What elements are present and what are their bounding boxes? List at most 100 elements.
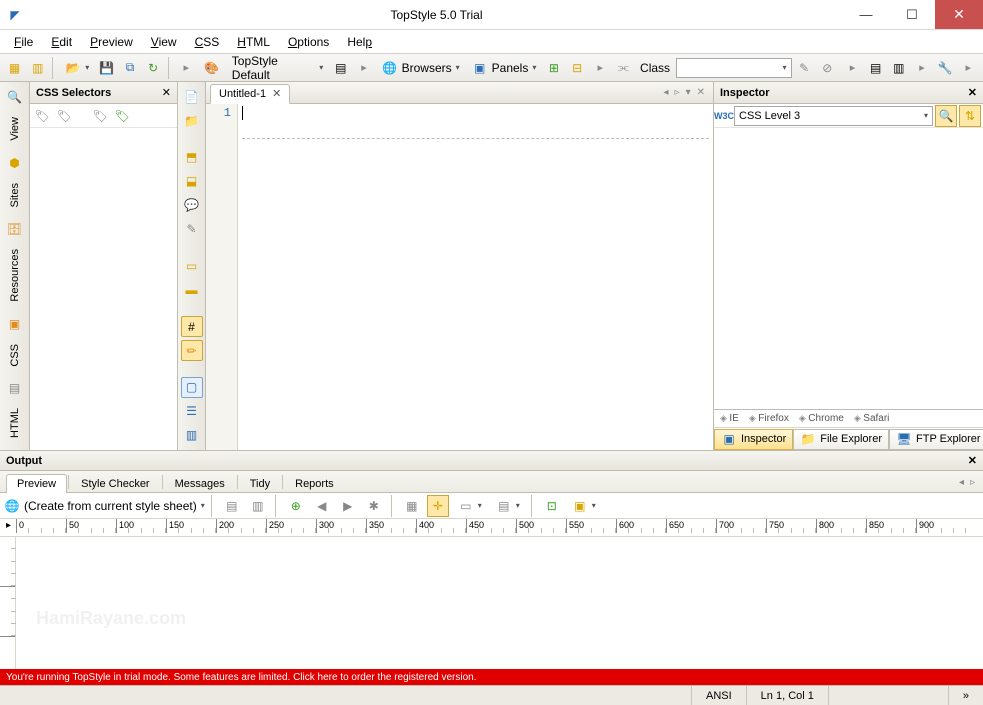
link-button[interactable]: ⫘ <box>613 57 634 79</box>
browser-chrome[interactable]: Chrome <box>799 413 844 424</box>
output-tab-messages[interactable]: Messages <box>164 474 236 493</box>
panels-dropdown[interactable]: ▣Panels▾ <box>467 57 542 79</box>
status-overflow-icon[interactable]: » <box>948 686 983 705</box>
spec-level-combo[interactable]: CSS Level 3▾ <box>734 106 933 126</box>
preview-forward-button[interactable]: ▶ <box>337 495 359 517</box>
inspector-close-icon[interactable]: ✕ <box>968 86 977 99</box>
output-prev-icon[interactable]: ◂ <box>959 477 964 488</box>
preview-size-dropdown[interactable]: ▣▾ <box>567 495 601 517</box>
menu-view[interactable]: View <box>143 33 185 51</box>
browser-safari[interactable]: Safari <box>854 413 890 424</box>
menu-preview[interactable]: Preview <box>82 33 141 51</box>
menu-css[interactable]: CSS <box>187 33 228 51</box>
layout-2-button[interactable]: ⊟ <box>567 57 588 79</box>
bottom-tab-file-explorer[interactable]: 📁File Explorer <box>793 429 889 450</box>
output-tab-tidy[interactable]: Tidy <box>239 474 281 493</box>
vt-block-icon[interactable]: ▭ <box>181 255 203 276</box>
preview-back-button[interactable]: ◀ <box>311 495 333 517</box>
trial-notice-bar[interactable]: You're running TopStyle in trial mode. S… <box>0 669 983 685</box>
browser-firefox[interactable]: Firefox <box>749 413 789 424</box>
vt-comment-icon[interactable]: 💬 <box>181 195 203 216</box>
layout-1-button[interactable]: ⊞ <box>543 57 564 79</box>
output-close-icon[interactable]: ✕ <box>968 454 977 467</box>
close-button[interactable]: ✕ <box>935 0 983 29</box>
tag-add-icon[interactable]: 🏷 <box>114 108 130 124</box>
theme-button[interactable]: 🎨 <box>199 57 225 79</box>
tag-grey-icon[interactable]: 🏷 <box>34 108 50 124</box>
preview-config-button[interactable]: ✱ <box>363 495 385 517</box>
menu-html[interactable]: HTML <box>229 33 278 51</box>
editor-tab-untitled[interactable]: Untitled-1 ✕ <box>210 84 290 104</box>
tag-single-icon[interactable]: 🏷 <box>92 108 108 124</box>
inspector-filter-button[interactable]: 🔍 <box>935 105 957 127</box>
preview-btn2[interactable]: ▥ <box>247 495 269 517</box>
sidebar-tab-resources[interactable]: Resources <box>6 240 24 311</box>
overflow-6[interactable]: ▸ <box>958 57 979 79</box>
css-selectors-close-icon[interactable]: ✕ <box>162 86 171 99</box>
chrome-icon[interactable]: 🌐 <box>4 498 20 514</box>
editor-tab-close-icon[interactable]: ✕ <box>272 87 281 100</box>
save-button[interactable]: 💾 <box>96 57 117 79</box>
new-css-button[interactable]: ▦ <box>4 57 25 79</box>
class-edit-button[interactable]: ✎ <box>794 57 815 79</box>
vt-insert-below-icon[interactable]: ⬓ <box>181 171 203 192</box>
validate-1-button[interactable]: ▤ <box>865 57 886 79</box>
vt-span-icon[interactable]: ▬ <box>181 280 203 301</box>
create-dropdown[interactable]: (Create from current style sheet)▾ <box>24 499 205 513</box>
preview-zoom-dropdown[interactable]: ▤▾ <box>491 495 525 517</box>
class-combo[interactable]: ▾ <box>676 58 791 78</box>
preview-crosshair-button[interactable]: ✛ <box>427 495 449 517</box>
vt-folder-icon[interactable]: 📁 <box>181 110 203 131</box>
preview-dim-button[interactable]: ⊡ <box>541 495 563 517</box>
editor-body[interactable]: 1 <box>206 104 713 450</box>
validate-2-button[interactable]: ▥ <box>888 57 909 79</box>
inspector-sort-button[interactable]: ⇅ <box>959 105 981 127</box>
theme-selector[interactable]: TopStyle Default▾ <box>227 57 328 79</box>
vt-insert-above-icon[interactable]: ⬒ <box>181 147 203 168</box>
overflow-5[interactable]: ▸ <box>911 57 932 79</box>
overflow-1[interactable]: ▸ <box>176 57 197 79</box>
overflow-4[interactable]: ▸ <box>842 57 863 79</box>
tag-grey2-icon[interactable]: 🏷 <box>56 108 72 124</box>
editor-code-area[interactable] <box>238 104 713 450</box>
preview-grid-button[interactable]: ▦ <box>401 495 423 517</box>
browser-ie[interactable]: IE <box>720 413 739 424</box>
maximize-button[interactable]: ☐ <box>889 0 935 29</box>
vt-edit-icon[interactable]: ✎ <box>181 219 203 240</box>
minimize-button[interactable]: — <box>843 0 889 29</box>
bottom-tab-ftp-explorer[interactable]: 🖥FTP Explorer <box>889 429 983 450</box>
vt-layout-cols-icon[interactable]: ▥ <box>181 425 203 446</box>
preview-canvas[interactable]: HamiRayane.com <box>16 537 983 669</box>
sidebar-tab-css[interactable]: CSS <box>6 335 24 376</box>
css-icon[interactable]: ▣ <box>4 313 26 335</box>
menu-help[interactable]: Help <box>339 33 380 51</box>
menu-file[interactable]: File <box>6 33 41 51</box>
tab-prev-icon[interactable]: ◂ <box>664 87 669 98</box>
sites-icon[interactable]: ⬢ <box>4 152 26 174</box>
settings-button[interactable]: 🔧 <box>935 57 956 79</box>
vt-brush-icon[interactable]: ✏ <box>181 340 203 361</box>
output-tab-style-checker[interactable]: Style Checker <box>70 474 160 493</box>
sidebar-tab-sites[interactable]: Sites <box>6 174 24 216</box>
open-button[interactable]: 📂▾ <box>60 57 94 79</box>
sidebar-tab-html[interactable]: HTML <box>6 399 24 447</box>
preview-btn1[interactable]: ▤ <box>221 495 243 517</box>
tab-list-icon[interactable]: ▾ <box>686 87 691 98</box>
output-next-icon[interactable]: ▹ <box>970 477 975 488</box>
new-html-button[interactable]: ▥ <box>27 57 48 79</box>
vt-hash-icon[interactable]: # <box>181 316 203 337</box>
refresh-button[interactable]: ↻ <box>143 57 164 79</box>
vt-layout-rows-icon[interactable]: ☰ <box>181 401 203 422</box>
html-icon[interactable]: ▤ <box>4 377 26 399</box>
output-tab-preview[interactable]: Preview <box>6 474 67 493</box>
theme-config-button[interactable]: ▤ <box>330 57 351 79</box>
magnifier-icon[interactable]: 🔍 <box>4 86 26 108</box>
menu-options[interactable]: Options <box>280 33 337 51</box>
resources-icon[interactable]: 🗄 <box>4 218 26 240</box>
vt-layout-full-icon[interactable]: ▢ <box>181 377 203 398</box>
sidebar-tab-view[interactable]: View <box>6 108 24 150</box>
save-all-button[interactable]: ⧉ <box>119 57 140 79</box>
overflow-3[interactable]: ▸ <box>590 57 611 79</box>
menu-edit[interactable]: Edit <box>43 33 80 51</box>
preview-add-button[interactable]: ⊕ <box>285 495 307 517</box>
